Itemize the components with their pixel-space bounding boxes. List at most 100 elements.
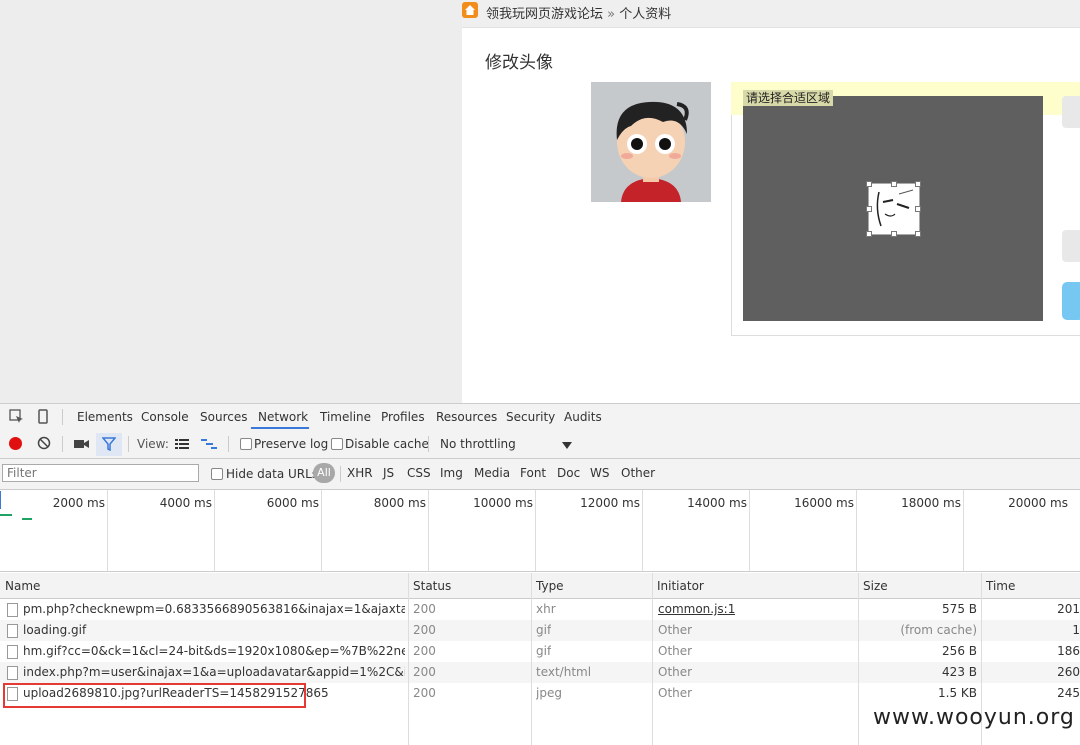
request-time: 245 [1057, 686, 1080, 700]
tab-console[interactable]: Console [141, 410, 189, 424]
home-icon[interactable] [462, 2, 478, 18]
timeline-gridline [535, 490, 536, 571]
request-size: 423 B [942, 665, 977, 679]
crop-selection[interactable] [868, 183, 920, 235]
network-toolbar: View: Preserve log Disable cache No thro… [0, 431, 1080, 459]
timeline-request-bar [0, 514, 12, 516]
filter-type-other[interactable]: Other [621, 466, 655, 480]
clear-icon[interactable] [37, 436, 51, 453]
filter-input[interactable] [2, 464, 199, 482]
timeline-gridline [642, 490, 643, 571]
crop-handle[interactable] [915, 206, 921, 212]
timeline-tick-label: 20000 ms [1008, 496, 1068, 510]
list-view-icon[interactable] [175, 438, 189, 453]
editor-hint: 请选择合适区域 [743, 90, 834, 106]
request-status: 200 [413, 686, 436, 700]
timeline-request-bar [22, 518, 32, 520]
timeline-gridline [963, 490, 964, 571]
column-header-name[interactable]: Name [5, 579, 40, 593]
timeline-tick-label: 14000 ms [687, 496, 747, 510]
disable-cache-checkbox[interactable] [331, 438, 343, 450]
filter-type-img[interactable]: Img [440, 466, 463, 480]
filter-type-media[interactable]: Media [474, 466, 510, 480]
column-header-type[interactable]: Type [536, 579, 564, 593]
hide-data-urls-checkbox[interactable] [211, 468, 223, 480]
request-initiator: Other [658, 686, 693, 700]
request-status: 200 [413, 644, 436, 658]
tab-timeline[interactable]: Timeline [320, 410, 371, 424]
toolbar-divider [228, 436, 229, 452]
record-icon[interactable] [9, 437, 22, 450]
column-header-status[interactable]: Status [413, 579, 451, 593]
crop-handle[interactable] [866, 206, 872, 212]
column-header-size[interactable]: Size [863, 579, 888, 593]
table-row[interactable]: pm.php?checknewpm=0.6833566890563816&ina… [0, 599, 1080, 620]
request-type: gif [536, 644, 552, 658]
request-size: 256 B [942, 644, 977, 658]
overview-icon[interactable] [201, 438, 217, 453]
tab-security[interactable]: Security [506, 410, 555, 424]
preserve-log-checkbox[interactable] [240, 438, 252, 450]
request-size: (from cache) [900, 623, 977, 637]
filter-type-all[interactable]: All [313, 463, 335, 483]
request-size: 575 B [942, 602, 977, 616]
tab-sources[interactable]: Sources [200, 410, 247, 424]
column-divider [652, 573, 653, 745]
table-row[interactable]: loading.gif 200 gif Other (from cache) 1 [0, 620, 1080, 641]
device-mode-icon[interactable] [37, 409, 49, 428]
crop-handle[interactable] [866, 231, 872, 237]
table-row[interactable]: index.php?m=user&inajax=1&a=uploadavatar… [0, 662, 1080, 683]
filter-icon[interactable] [101, 437, 117, 454]
filter-type-xhr[interactable]: XHR [347, 466, 373, 480]
tab-network[interactable]: Network [258, 410, 308, 424]
active-tab-indicator [251, 427, 309, 429]
hide-data-urls-label: Hide data URLs [226, 467, 319, 481]
filter-type-css[interactable]: CSS [407, 466, 431, 480]
table-row[interactable]: hm.gif?cc=0&ck=1&cl=24-bit&ds=1920x1080&… [0, 641, 1080, 662]
request-size: 1.5 KB [938, 686, 977, 700]
filter-type-ws[interactable]: WS [590, 466, 609, 480]
rotate-left-button[interactable] [1062, 96, 1080, 128]
request-status: 200 [413, 665, 436, 679]
column-header-time[interactable]: Time [986, 579, 1015, 593]
tab-resources[interactable]: Resources [436, 410, 497, 424]
request-name: pm.php?checknewpm=0.6833566890563816&ina… [23, 602, 405, 616]
filter-type-doc[interactable]: Doc [557, 466, 580, 480]
tab-elements[interactable]: Elements [77, 410, 133, 424]
request-type: jpeg [536, 686, 562, 700]
devtools-tab-bar: Elements Console Sources Network Timelin… [0, 403, 1080, 432]
timeline-gridline [321, 490, 322, 571]
request-initiator-link[interactable]: common.js:1 [658, 602, 735, 616]
timeline-gridline [214, 490, 215, 571]
timeline-gridline [428, 490, 429, 571]
throttling-select[interactable]: No throttling [440, 437, 516, 451]
column-header-initiator[interactable]: Initiator [657, 579, 704, 593]
zoom-button[interactable] [1062, 230, 1080, 262]
crop-handle[interactable] [891, 181, 897, 187]
chevron-down-icon[interactable] [562, 439, 572, 453]
image-icon [7, 624, 18, 638]
capture-screenshots-icon[interactable] [74, 438, 90, 453]
breadcrumb-site-link[interactable]: 领我玩网页游戏论坛 [486, 7, 603, 22]
toolbar-divider [62, 409, 63, 425]
request-time: 260 [1057, 665, 1080, 679]
timeline-tick-label: 2000 ms [52, 496, 105, 510]
filter-type-font[interactable]: Font [520, 466, 546, 480]
request-type: gif [536, 623, 552, 637]
crop-handle[interactable] [915, 231, 921, 237]
confirm-button[interactable] [1062, 282, 1080, 320]
inspect-icon[interactable] [9, 409, 25, 428]
highlight-annotation [3, 683, 306, 708]
request-type: text/html [536, 665, 592, 679]
request-name: loading.gif [23, 623, 87, 637]
page-title: 修改头像 [485, 53, 553, 73]
filter-type-js[interactable]: JS [383, 466, 394, 480]
document-icon [7, 645, 18, 659]
crop-handle[interactable] [915, 181, 921, 187]
tab-profiles[interactable]: Profiles [381, 410, 425, 424]
request-initiator: Other [658, 623, 693, 637]
avatar [591, 82, 711, 202]
tab-audits[interactable]: Audits [564, 410, 602, 424]
crop-handle[interactable] [866, 181, 872, 187]
crop-handle[interactable] [891, 231, 897, 237]
